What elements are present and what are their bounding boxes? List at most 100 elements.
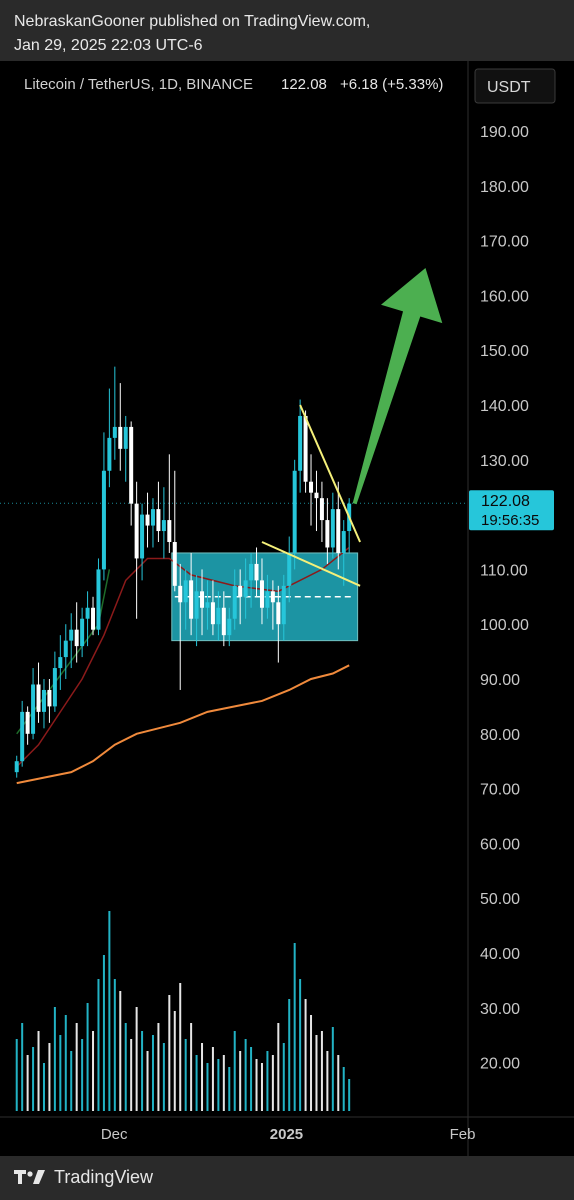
candle-body <box>183 580 188 603</box>
candle-body <box>69 629 74 641</box>
x-tick-label: 2025 <box>270 1126 303 1143</box>
volume-bar <box>326 1051 329 1111</box>
candle-body <box>210 602 215 625</box>
volume-bar <box>233 1031 236 1111</box>
volume-bar <box>260 1063 263 1111</box>
candle-body <box>336 509 341 553</box>
candle-body <box>309 481 314 493</box>
volume-bar <box>310 1015 313 1111</box>
volume-bar <box>348 1079 351 1111</box>
volume-bar <box>282 1043 285 1111</box>
volume-bar <box>288 999 291 1111</box>
volume-bar <box>64 1015 67 1111</box>
chart-area[interactable]: Litecoin / TetherUS, 1D, BINANCE 122.08 +6… <box>0 61 574 1156</box>
symbol-label: Litecoin / TetherUS, 1D, BINANCE <box>24 76 253 93</box>
candle-body <box>254 563 259 581</box>
candle-body <box>276 602 281 625</box>
candle-body <box>129 426 134 504</box>
candle-body <box>118 426 123 449</box>
volume-bar <box>59 1035 62 1111</box>
volume-bar <box>32 1047 35 1111</box>
price-change-label: +6.18 (+5.33%) <box>340 76 443 93</box>
candle-body <box>292 470 297 553</box>
candle-body <box>25 711 30 734</box>
candle-body <box>249 563 254 581</box>
x-tick-label: Dec <box>101 1126 128 1143</box>
volume-bar <box>15 1039 18 1111</box>
publish-header: NebraskanGooner published on TradingView… <box>14 10 564 58</box>
volume-bar <box>293 943 296 1111</box>
volume-bar <box>299 979 302 1111</box>
volume-bar <box>217 1059 220 1111</box>
candle-body <box>52 668 57 707</box>
candle-body <box>238 585 243 597</box>
volume-bar <box>130 1039 133 1111</box>
price-chart-svg[interactable]: Litecoin / TetherUS, 1D, BINANCE 122.08 +6… <box>0 61 574 1156</box>
footer-brand: TradingView <box>54 1166 154 1187</box>
footer: TradingView <box>14 1164 153 1190</box>
volume-bar <box>201 1043 204 1111</box>
volume-bar <box>42 1063 45 1111</box>
volume-bar <box>337 1055 340 1111</box>
volume-bar <box>239 1051 242 1111</box>
candle-body <box>330 509 335 548</box>
volume-bar <box>222 1055 225 1111</box>
volume-bar <box>320 1031 323 1111</box>
volume-bar <box>146 1051 149 1111</box>
publisher-line: NebraskanGooner published on TradingView… <box>14 13 371 30</box>
volume-bar <box>266 1051 269 1111</box>
volume-bar <box>37 1031 40 1111</box>
y-tick-label: 40.00 <box>480 946 520 963</box>
candle-body <box>123 426 128 449</box>
candle-body <box>167 520 172 542</box>
volume-bar <box>304 999 307 1111</box>
volume-bar <box>81 1039 84 1111</box>
currency-label: USDT <box>487 79 531 96</box>
candle-body <box>243 580 248 597</box>
volume-bar <box>151 1035 154 1111</box>
y-tick-label: 70.00 <box>480 782 520 799</box>
candle-body <box>85 607 90 619</box>
candle-body <box>96 569 101 630</box>
volume-bar <box>97 979 100 1111</box>
y-tick-label: 170.00 <box>480 234 529 251</box>
candle-body <box>14 761 19 773</box>
candle-body <box>287 552 292 586</box>
volume-bar <box>184 1039 187 1111</box>
volume-bar <box>86 1003 89 1111</box>
volume-bar <box>21 1023 24 1111</box>
candle-body <box>20 711 25 762</box>
volume-bar <box>271 1055 274 1111</box>
price-badge-value: 122.08 <box>481 493 530 510</box>
volume-bar <box>119 991 122 1111</box>
candle-body <box>303 415 308 482</box>
volume-bar <box>277 1023 280 1111</box>
volume-bar <box>255 1059 258 1111</box>
candle-body <box>205 602 210 608</box>
candle-body <box>140 514 145 559</box>
candle-body <box>200 591 205 608</box>
candle-body <box>194 591 199 619</box>
volume-bar <box>195 1055 198 1111</box>
candle-body <box>145 514 150 526</box>
x-tick-label: Feb <box>450 1126 476 1143</box>
y-tick-label: 100.00 <box>480 617 529 634</box>
y-tick-label: 30.00 <box>480 1001 520 1018</box>
candle-body <box>341 531 346 553</box>
volume-bar <box>124 1023 127 1111</box>
y-tick-label: 140.00 <box>480 398 529 415</box>
volume-bar <box>102 955 105 1111</box>
y-tick-label: 90.00 <box>480 672 520 689</box>
volume-bar <box>206 1063 209 1111</box>
price-badge-countdown: 19:56:35 <box>481 512 539 529</box>
candle-body <box>63 640 68 658</box>
y-tick-label: 20.00 <box>480 1056 520 1073</box>
volume-bar <box>211 1047 214 1111</box>
candle-body <box>41 689 46 712</box>
publish-date: Jan 29, 2025 22:03 UTC-6 <box>14 37 203 54</box>
candle-body <box>161 520 166 532</box>
candle-body <box>156 509 161 532</box>
candle-body <box>314 492 319 499</box>
volume-bar <box>53 1007 56 1111</box>
volume-bar <box>342 1067 345 1111</box>
